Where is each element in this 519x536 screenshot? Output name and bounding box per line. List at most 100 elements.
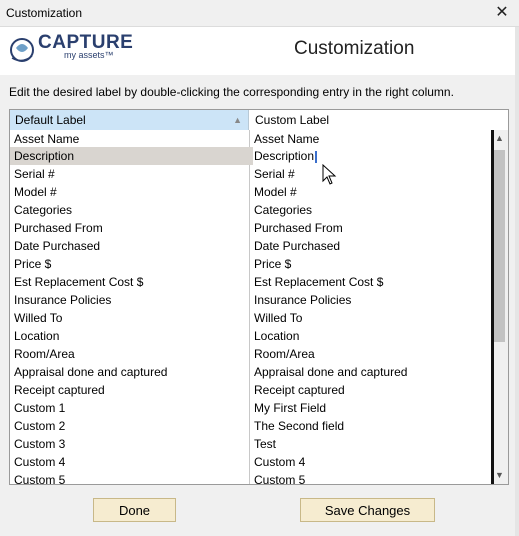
instructions-text: Edit the desired label by double-clickin… bbox=[9, 85, 454, 99]
table-row[interactable]: Custom 3 Test bbox=[10, 435, 490, 453]
scroll-down-icon[interactable]: ▼ bbox=[491, 467, 508, 484]
vertical-scrollbar[interactable]: ▲ ▼ bbox=[491, 130, 508, 484]
custom-label-cell[interactable]: Model # bbox=[250, 183, 494, 201]
custom-label-cell[interactable]: Receipt captured bbox=[250, 381, 494, 399]
default-label-cell: Custom 1 bbox=[14, 401, 66, 415]
custom-label-cell[interactable]: Custom 4 bbox=[250, 453, 494, 471]
table-row[interactable]: Room/Area Room/Area bbox=[10, 345, 490, 363]
custom-label-text: Location bbox=[254, 329, 300, 343]
custom-label-cell[interactable]: Serial # bbox=[250, 165, 494, 183]
done-button[interactable]: Done bbox=[93, 498, 176, 522]
table-row[interactable]: Custom 5 Custom 5 bbox=[10, 471, 490, 485]
custom-label-text: Categories bbox=[254, 203, 313, 217]
custom-label-cell[interactable]: Categories bbox=[250, 201, 494, 219]
close-button[interactable]: ✕ bbox=[485, 0, 519, 26]
table-row[interactable]: Custom 4 Custom 4 bbox=[10, 453, 490, 471]
custom-label-cell[interactable]: Purchased From bbox=[250, 219, 494, 237]
table-row[interactable]: Price $ Price $ bbox=[10, 255, 490, 273]
custom-label-text: Purchased From bbox=[254, 221, 343, 235]
save-changes-button[interactable]: Save Changes bbox=[300, 498, 435, 522]
table-row[interactable]: Custom 2 The Second field bbox=[10, 417, 490, 435]
title-bar: Customization ✕ bbox=[0, 0, 519, 27]
table-row[interactable]: Location Location bbox=[10, 327, 490, 345]
custom-label-text: My First Field bbox=[254, 401, 326, 415]
default-label-cell: Asset Name bbox=[14, 132, 80, 146]
scroll-up-icon[interactable]: ▲ bbox=[491, 130, 508, 147]
grid-rows: Asset Name Asset Name Description Descripti… bbox=[10, 130, 490, 485]
default-label-cell: Willed To bbox=[14, 311, 63, 325]
custom-label-text: Custom 5 bbox=[254, 473, 306, 485]
table-row[interactable]: Appraisal done and captured Appraisal don… bbox=[10, 363, 490, 381]
column-header-custom[interactable]: Custom Label bbox=[250, 110, 490, 130]
table-row[interactable]: Serial # Serial # bbox=[10, 165, 490, 183]
custom-label-text: Description bbox=[254, 149, 315, 163]
default-label-cell: Est Replacement Cost $ bbox=[14, 275, 144, 289]
default-label-cell: Purchased From bbox=[14, 221, 103, 235]
custom-label-text: Custom 4 bbox=[254, 455, 306, 469]
default-label-cell: Model # bbox=[14, 185, 57, 199]
logo-subtext: my assets™ bbox=[64, 50, 114, 60]
default-label-cell: Custom 2 bbox=[14, 419, 66, 433]
column-header-custom-label: Custom Label bbox=[255, 113, 330, 127]
table-row[interactable]: Willed To Willed To bbox=[10, 309, 490, 327]
custom-label-text: Date Purchased bbox=[254, 239, 341, 253]
custom-label-cell[interactable]: Asset Name bbox=[250, 130, 494, 148]
scrollbar-thumb[interactable] bbox=[494, 150, 505, 342]
column-header-default[interactable]: Default Label ▲ bbox=[10, 110, 249, 130]
table-row[interactable]: Date Purchased Date Purchased bbox=[10, 237, 490, 255]
table-row[interactable]: Categories Categories bbox=[10, 201, 490, 219]
custom-label-text: Asset Name bbox=[254, 132, 320, 146]
sort-arrow-icon: ▲ bbox=[233, 115, 242, 125]
default-label-cell: Custom 3 bbox=[14, 437, 66, 451]
window-edge bbox=[515, 27, 519, 536]
custom-label-cell[interactable]: Date Purchased bbox=[250, 237, 494, 255]
custom-label-cell[interactable]: Willed To bbox=[250, 309, 494, 327]
default-label-cell: Date Purchased bbox=[14, 239, 101, 253]
custom-label-text: The Second field bbox=[254, 419, 345, 433]
table-row[interactable]: Insurance Policies Insurance Policies bbox=[10, 291, 490, 309]
mouse-pointer-icon bbox=[322, 164, 337, 185]
custom-label-cell[interactable]: Custom 5 bbox=[250, 471, 494, 485]
default-label-cell: Serial # bbox=[14, 167, 55, 181]
table-row[interactable]: Asset Name Asset Name bbox=[10, 130, 490, 147]
custom-label-cell[interactable]: Location bbox=[250, 327, 494, 345]
custom-label-cell[interactable]: Appraisal done and captured bbox=[250, 363, 494, 381]
custom-label-text: Est Replacement Cost $ bbox=[254, 275, 384, 289]
default-label-cell: Receipt captured bbox=[14, 383, 105, 397]
table-row[interactable]: Description Description bbox=[10, 147, 490, 165]
custom-label-cell[interactable]: Insurance Policies bbox=[250, 291, 494, 309]
column-header-default-label: Default Label bbox=[15, 113, 86, 127]
custom-label-cell[interactable]: Est Replacement Cost $ bbox=[250, 273, 494, 291]
default-label-cell: Description bbox=[10, 147, 253, 165]
custom-label-text: Room/Area bbox=[254, 347, 315, 361]
table-row[interactable]: Model # Model # bbox=[10, 183, 490, 201]
custom-label-text: Test bbox=[254, 437, 277, 451]
default-label-cell: Custom 5 bbox=[14, 473, 66, 485]
window-title: Customization bbox=[6, 6, 83, 20]
page-title: Customization bbox=[294, 38, 415, 59]
custom-label-text: Willed To bbox=[254, 311, 303, 325]
custom-label-cell[interactable]: Room/Area bbox=[250, 345, 494, 363]
default-label-cell: Appraisal done and captured bbox=[14, 365, 168, 379]
default-label-cell: Room/Area bbox=[14, 347, 75, 361]
custom-label-text: Model # bbox=[254, 185, 297, 199]
table-row[interactable]: Custom 1 My First Field bbox=[10, 399, 490, 417]
table-row[interactable]: Purchased From Purchased From bbox=[10, 219, 490, 237]
custom-label-cell[interactable]: My First Field bbox=[250, 399, 494, 417]
custom-label-cell[interactable]: Test bbox=[250, 435, 494, 453]
custom-label-edit-cell[interactable]: Description bbox=[250, 147, 494, 165]
custom-label-cell[interactable]: Price $ bbox=[250, 255, 494, 273]
custom-label-text: Receipt captured bbox=[254, 383, 345, 397]
custom-label-text: Insurance Policies bbox=[254, 293, 352, 307]
default-label-cell: Price $ bbox=[14, 257, 52, 271]
labels-grid: Default Label ▲ Custom Label Asset Name A… bbox=[9, 109, 509, 485]
default-label-cell: Location bbox=[14, 329, 60, 343]
table-row[interactable]: Est Replacement Cost $ Est Replacement Co… bbox=[10, 273, 490, 291]
text-caret bbox=[315, 150, 318, 163]
custom-label-text: Price $ bbox=[254, 257, 292, 271]
table-row[interactable]: Receipt captured Receipt captured bbox=[10, 381, 490, 399]
custom-label-text: Appraisal done and captured bbox=[254, 365, 408, 379]
default-label-cell: Insurance Policies bbox=[14, 293, 112, 307]
custom-label-text: Serial # bbox=[254, 167, 295, 181]
custom-label-cell[interactable]: The Second field bbox=[250, 417, 494, 435]
